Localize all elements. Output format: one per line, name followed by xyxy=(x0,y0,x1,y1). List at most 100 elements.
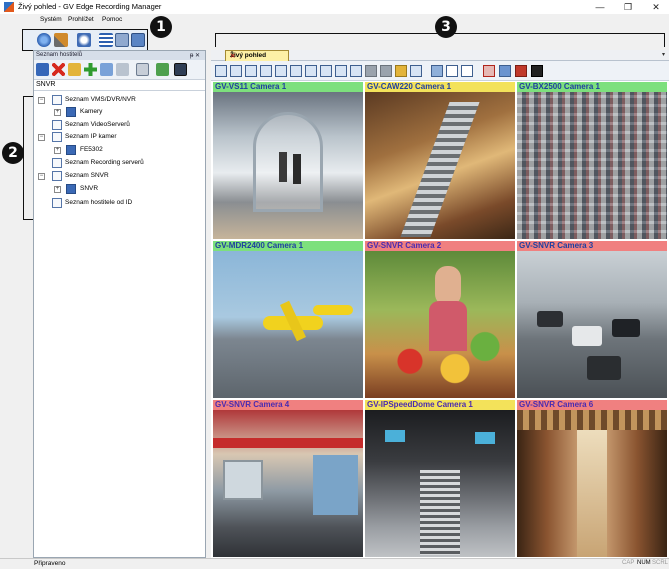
menu-system[interactable]: Systém xyxy=(40,16,62,23)
camera-cell[interactable]: GV-SNVR Camera 6 xyxy=(517,400,667,557)
tab-close-icon[interactable]: ✕ xyxy=(230,52,285,60)
layout-view-icon[interactable] xyxy=(131,33,145,47)
tab-live-view[interactable]: Živý pohled ✕ xyxy=(225,50,289,61)
camera-feed xyxy=(365,92,515,239)
camera-label: GV-SNVR Camera 4 xyxy=(213,400,363,410)
tree-label: Seznam IP kamer xyxy=(65,133,117,140)
popup-icon[interactable] xyxy=(431,65,443,77)
menu-help[interactable]: Pomoc xyxy=(102,16,122,23)
collapse-icon[interactable]: − xyxy=(38,97,45,104)
camera-icon xyxy=(66,145,76,155)
collapse-icon[interactable]: − xyxy=(38,173,45,180)
tree-label: SNVR xyxy=(80,185,99,192)
host-list-toolbar xyxy=(34,60,205,80)
settings-icon[interactable] xyxy=(136,63,149,76)
list-icon xyxy=(52,120,62,130)
panel-pin-close-icon[interactable]: ᵽ ✕ xyxy=(190,52,200,59)
title-bar: Živý pohled - GV Edge Recording Manager … xyxy=(0,0,669,14)
tree-item-hosts-by-id[interactable]: Seznam hostitele od ID xyxy=(34,198,205,210)
list-icon xyxy=(52,198,62,208)
camera-cell[interactable]: GV-MDR2400 Camera 1 xyxy=(213,241,363,398)
camera-feed xyxy=(517,410,667,557)
layout-8-icon[interactable] xyxy=(245,65,257,77)
folder-icon[interactable] xyxy=(68,63,81,76)
camera-icon xyxy=(66,184,76,194)
menu-view[interactable]: Prohlížet xyxy=(68,16,94,23)
layout-10-icon[interactable] xyxy=(275,65,287,77)
tree-item-fe5302[interactable]: + FE5302 xyxy=(34,145,205,157)
camera-cell[interactable]: GV-SNVR Camera 3 xyxy=(517,241,667,398)
edit-icon[interactable] xyxy=(100,63,113,76)
camera-label: GV-IPSpeedDome Camera 1 xyxy=(365,400,515,410)
camera-feed xyxy=(517,92,667,239)
camera-cell[interactable]: GV-SNVR Camera 2 xyxy=(365,241,515,398)
camera-cell[interactable]: GV-BX2500 Camera 1 xyxy=(517,82,667,239)
expand-icon[interactable]: + xyxy=(54,147,61,154)
camera-label: GV-SNVR Camera 3 xyxy=(517,241,667,251)
camera-snapshot-icon[interactable] xyxy=(499,65,511,77)
tab-menu-icon[interactable]: ▾ xyxy=(662,51,665,58)
status-bar: Připraveno CAP NUM SCRL xyxy=(0,558,669,569)
tree-item-videoservers[interactable]: Seznam VideoServerů xyxy=(34,120,205,132)
host-list-title: Seznam hostitelů xyxy=(36,52,83,58)
image-view-icon[interactable] xyxy=(115,33,129,47)
num-indicator: NUM xyxy=(637,560,651,566)
no-layout-icon[interactable] xyxy=(461,65,473,77)
tools-icon[interactable] xyxy=(54,33,68,47)
layout-20-icon[interactable] xyxy=(320,65,332,77)
list-icon xyxy=(52,95,62,105)
collapse-icon[interactable]: − xyxy=(38,134,45,141)
tree-label: Seznam SNVR xyxy=(65,172,109,179)
record-icon[interactable] xyxy=(515,65,527,77)
list-icon xyxy=(52,158,62,168)
settings-icon[interactable] xyxy=(531,65,543,77)
camera-cell[interactable]: GV-IPSpeedDome Camera 1 xyxy=(365,400,515,557)
camera-feed xyxy=(213,410,363,557)
tree-label: Seznam Recording serverů xyxy=(65,159,144,166)
layout-6-icon[interactable] xyxy=(230,65,242,77)
tree-label: Seznam VideoServerů xyxy=(65,121,130,128)
tree-item-snvr-list[interactable]: − Seznam SNVR xyxy=(34,171,205,183)
tree-item-ip-cameras[interactable]: − Seznam IP kamer xyxy=(34,132,205,144)
camera-cell[interactable]: GV-VS11 Camera 1 xyxy=(213,82,363,239)
expand-icon[interactable]: + xyxy=(54,109,61,116)
maximize-button[interactable]: ❐ xyxy=(616,0,640,14)
window-icon[interactable] xyxy=(446,65,458,77)
tree-item-snvr[interactable]: + SNVR xyxy=(34,184,205,196)
callout-1: 1 xyxy=(150,16,172,38)
import-icon[interactable] xyxy=(156,63,169,76)
network-icon[interactable] xyxy=(37,33,51,47)
close-button[interactable]: ✕ xyxy=(644,0,668,14)
tree-item-vms-dvr-nvr[interactable]: − Seznam VMS/DVR/NVR xyxy=(34,95,205,107)
tree-item-kamery[interactable]: + Kamery xyxy=(34,107,205,119)
layout-16-icon[interactable] xyxy=(305,65,317,77)
layout-36-icon[interactable] xyxy=(350,65,362,77)
layout-9-icon[interactable] xyxy=(260,65,272,77)
list-icon xyxy=(52,132,62,142)
layout-full-icon[interactable] xyxy=(380,65,392,77)
delete-icon[interactable] xyxy=(52,63,65,76)
monitor-icon[interactable] xyxy=(174,63,187,76)
expand-icon[interactable]: + xyxy=(54,186,61,193)
sequence-icon[interactable] xyxy=(410,65,422,77)
layout-25-icon[interactable] xyxy=(335,65,347,77)
layout-13-icon[interactable] xyxy=(290,65,302,77)
host-list-panel: Seznam hostitelů ᵽ ✕ SNVR − Seznam VMS/D… xyxy=(33,50,206,558)
caps-indicator: CAP xyxy=(622,560,635,566)
folder-icon[interactable] xyxy=(395,65,407,77)
tree-label: Seznam VMS/DVR/NVR xyxy=(65,96,136,103)
window-title: Živý pohled - GV Edge Recording Manager xyxy=(18,2,162,11)
save-icon[interactable] xyxy=(36,63,49,76)
add-icon[interactable] xyxy=(84,63,97,76)
camera-cell[interactable]: GV-SNVR Camera 4 xyxy=(213,400,363,557)
list-view-icon[interactable] xyxy=(99,33,113,47)
layout-4-icon[interactable] xyxy=(215,65,227,77)
device-icon[interactable] xyxy=(116,63,129,76)
tree-item-recording-servers[interactable]: Seznam Recording serverů xyxy=(34,158,205,170)
layout-custom-icon[interactable] xyxy=(365,65,377,77)
camera-grid: GV-VS11 Camera 1 GV-CAW220 Camera 1 GV-B… xyxy=(213,82,667,558)
search-icon[interactable] xyxy=(77,33,91,47)
stop-icon[interactable] xyxy=(483,65,495,77)
minimize-button[interactable]: — xyxy=(588,0,612,14)
camera-cell[interactable]: GV-CAW220 Camera 1 xyxy=(365,82,515,239)
